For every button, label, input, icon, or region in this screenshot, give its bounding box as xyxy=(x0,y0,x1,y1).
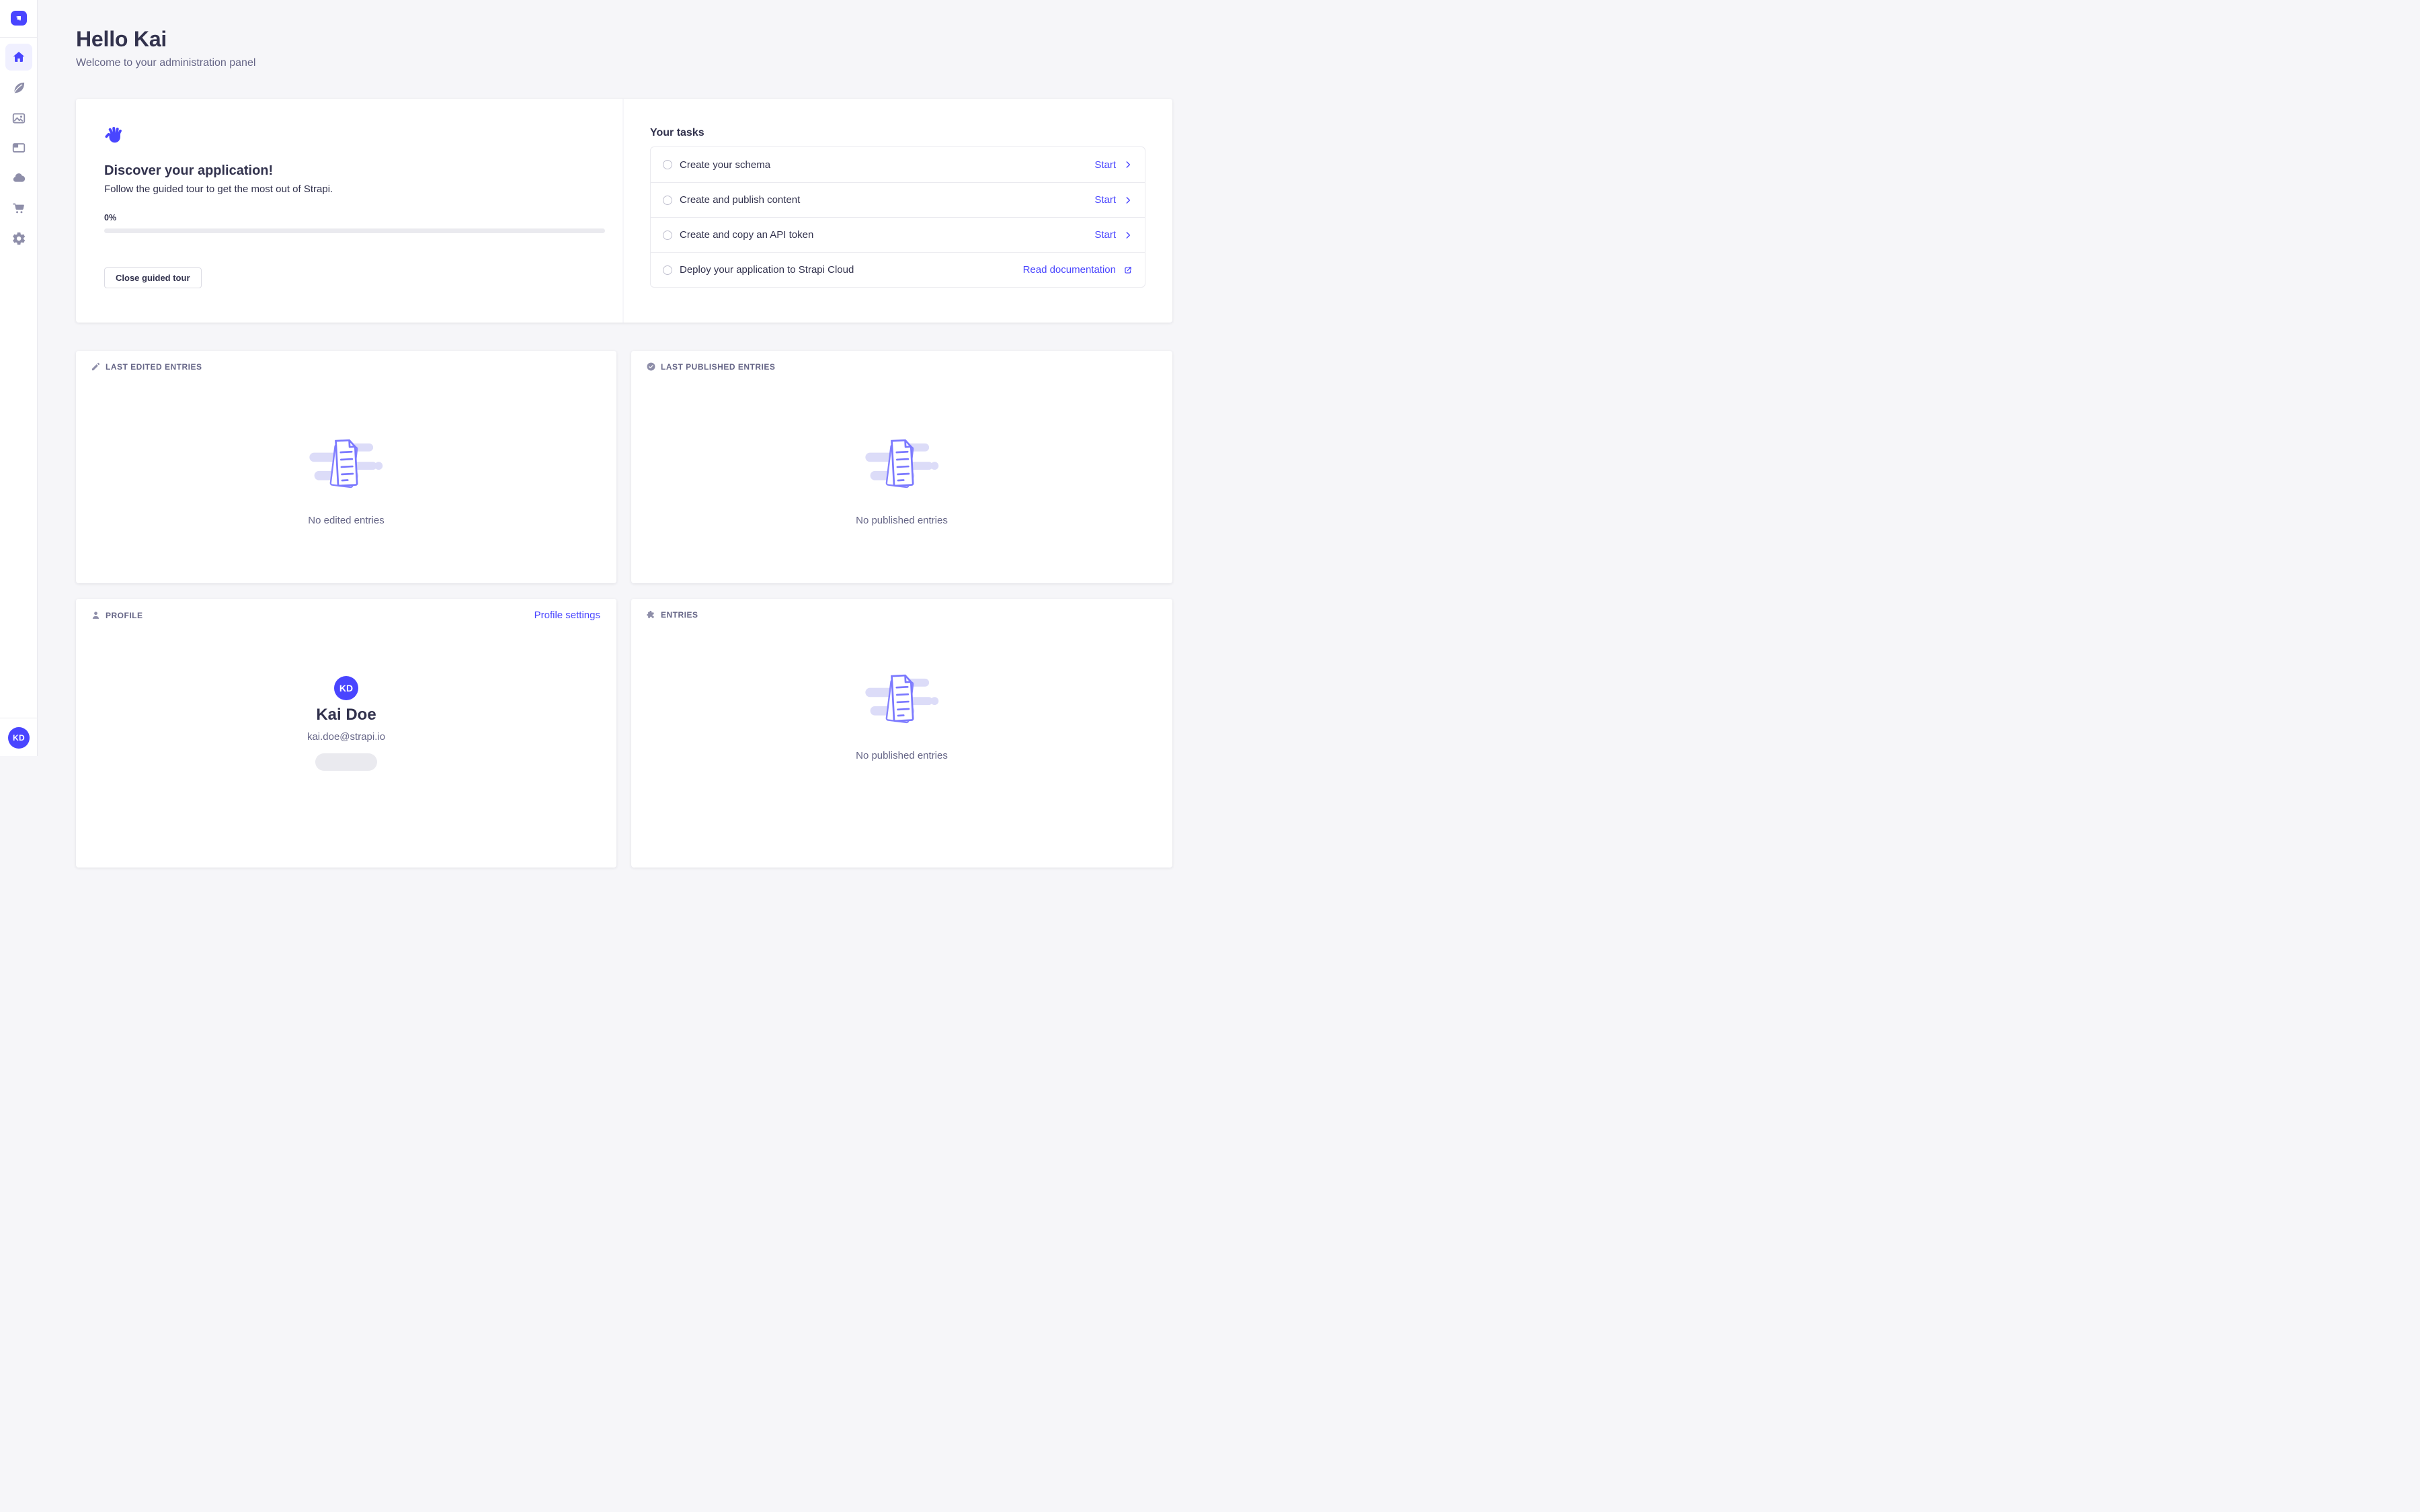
tasks-title: Your tasks xyxy=(650,127,1145,139)
tasks-list: Create your schema Start Create and publ… xyxy=(650,146,1145,288)
task-row: Create your schema Start xyxy=(651,147,1145,182)
settings-gear-icon xyxy=(11,231,26,246)
entries-card: Entries No published entries xyxy=(631,599,1172,868)
sidebar-user-avatar[interactable]: KD xyxy=(8,727,30,749)
task-label: Create and copy an API token xyxy=(680,229,1094,241)
chevron-right-icon xyxy=(1123,230,1133,240)
strapi-logo-icon[interactable] xyxy=(11,11,27,26)
task-row: Deploy your application to Strapi Cloud … xyxy=(651,252,1145,287)
home-icon xyxy=(11,50,26,65)
widget-title: Last published entries xyxy=(661,362,775,372)
empty-state-text: No published entries xyxy=(631,515,1172,526)
widget-title: Profile xyxy=(106,611,143,620)
profile-avatar: KD xyxy=(334,676,358,700)
external-link-icon xyxy=(1123,265,1133,275)
empty-state: No edited entries xyxy=(76,436,616,526)
sidebar-item-marketplace[interactable] xyxy=(5,195,32,222)
empty-state-text: No published entries xyxy=(631,750,1172,761)
waving-hand-icon xyxy=(104,126,124,145)
widget-title: Last edited entries xyxy=(106,362,202,372)
profile-email: kai.doe@strapi.io xyxy=(76,731,616,743)
sidebar-item-content-type-builder[interactable] xyxy=(5,134,32,161)
profile-settings-link[interactable]: Profile settings xyxy=(534,610,600,621)
last-edited-entries-card: Last edited entries No edited entries xyxy=(76,351,616,583)
progress-bar xyxy=(104,228,605,233)
empty-state: No published entries xyxy=(631,436,1172,526)
empty-documents-illustration xyxy=(862,671,942,726)
task-start-link[interactable]: Start xyxy=(1094,194,1133,206)
task-action-label: Start xyxy=(1094,159,1116,171)
task-action-label: Start xyxy=(1094,194,1116,206)
your-tasks-section: Your tasks Create your schema Start Crea… xyxy=(624,99,1172,323)
sidebar-item-cloud[interactable] xyxy=(5,165,32,192)
page-subtitle: Welcome to your administration panel xyxy=(76,57,255,69)
sidebar-item-settings[interactable] xyxy=(5,225,32,252)
task-status-circle xyxy=(663,265,672,275)
strapi-logo-glyph xyxy=(13,13,24,24)
widget-title: Entries xyxy=(661,610,698,620)
widget-header: Profile Profile settings xyxy=(91,610,600,621)
person-icon xyxy=(91,610,101,620)
pencil-icon xyxy=(91,362,101,372)
empty-documents-illustration xyxy=(307,436,386,491)
sidebar-item-home[interactable] xyxy=(5,44,32,71)
sidebar-item-content-manager[interactable] xyxy=(5,75,32,101)
task-status-circle xyxy=(663,196,672,205)
puzzle-icon xyxy=(646,610,656,620)
profile-name: Kai Doe xyxy=(76,706,616,724)
widget-header: Last edited entries xyxy=(91,362,600,372)
progress-percent-label: 0% xyxy=(104,213,604,222)
widget-header: Entries xyxy=(646,610,1156,620)
guided-tour-card: Discover your application! Follow the gu… xyxy=(76,99,1172,323)
chevron-right-icon xyxy=(1123,196,1133,205)
empty-state: No published entries xyxy=(631,671,1172,761)
profile-role-badge xyxy=(315,753,377,771)
guided-tour-subtitle: Follow the guided tour to get the most o… xyxy=(104,183,604,195)
close-guided-tour-button[interactable]: Close guided tour xyxy=(104,267,202,288)
task-start-link[interactable]: Start xyxy=(1094,159,1133,171)
read-documentation-link[interactable]: Read documentation xyxy=(1023,264,1133,276)
task-label: Deploy your application to Strapi Cloud xyxy=(680,264,1023,276)
task-label: Create and publish content xyxy=(680,194,1094,206)
cloud-icon xyxy=(11,171,26,185)
sidebar-divider xyxy=(0,37,38,38)
empty-state-text: No edited entries xyxy=(76,515,616,526)
media-library-icon xyxy=(11,111,26,126)
marketplace-cart-icon xyxy=(11,201,26,216)
task-action-label: Start xyxy=(1094,229,1116,241)
chevron-right-icon xyxy=(1123,160,1133,169)
task-row: Create and copy an API token Start xyxy=(651,217,1145,252)
task-status-circle xyxy=(663,230,672,240)
check-circle-icon xyxy=(646,362,656,372)
content-type-builder-icon xyxy=(11,140,26,155)
guided-tour-title: Discover your application! xyxy=(104,163,604,179)
sidebar: KD xyxy=(0,0,38,756)
widget-header: Last published entries xyxy=(646,362,1156,372)
task-start-link[interactable]: Start xyxy=(1094,229,1133,241)
task-label: Create your schema xyxy=(680,159,1094,171)
empty-documents-illustration xyxy=(862,436,942,491)
task-status-circle xyxy=(663,160,672,169)
profile-card: Profile Profile settings KD Kai Doe kai.… xyxy=(76,599,616,868)
last-published-entries-card: Last published entries No published e xyxy=(631,351,1172,583)
guided-tour-section: Discover your application! Follow the gu… xyxy=(76,99,624,323)
feather-icon xyxy=(11,81,26,95)
page-title: Hello Kai xyxy=(76,27,167,52)
task-action-label: Read documentation xyxy=(1023,264,1116,276)
task-row: Create and publish content Start xyxy=(651,182,1145,217)
sidebar-item-media-library[interactable] xyxy=(5,105,32,132)
